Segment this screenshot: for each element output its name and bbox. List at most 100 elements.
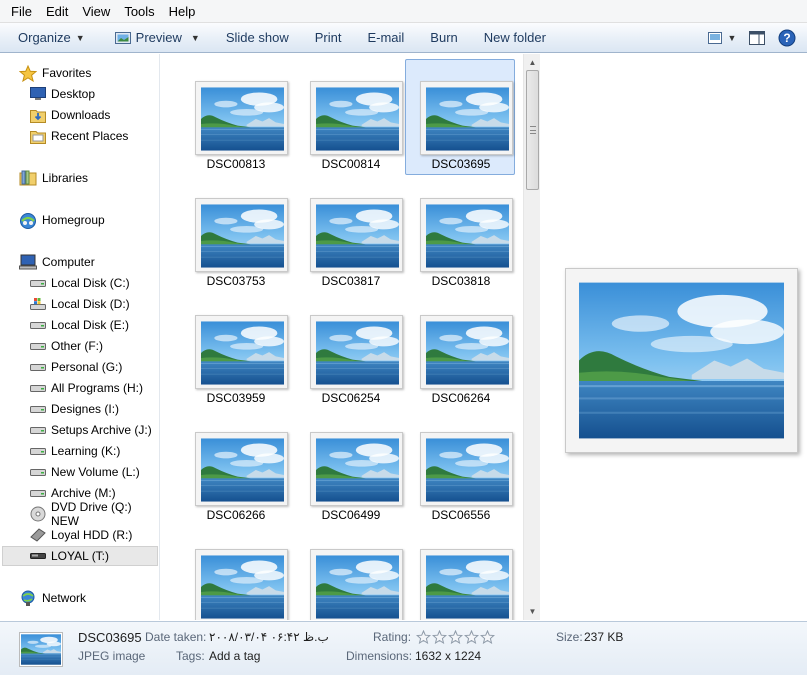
scroll-down-icon[interactable]: ▼: [524, 603, 541, 620]
landscape-image: [316, 321, 399, 385]
file-tile[interactable]: DSC06499: [295, 410, 405, 526]
file-tile[interactable]: DSC00813: [180, 59, 290, 175]
grip-icon: [530, 126, 536, 134]
nav-label: All Programs (H:): [51, 381, 144, 395]
nav-drive-item[interactable]: Designes (I:): [30, 399, 158, 419]
hard-disk-icon: [30, 385, 46, 392]
nav-recent-places[interactable]: Recent Places: [30, 126, 158, 146]
menu-view[interactable]: View: [75, 4, 117, 19]
preview-pane: [541, 54, 807, 620]
nav-drive-item[interactable]: Loyal HDD (R:): [30, 525, 158, 545]
view-icon: [707, 32, 722, 44]
nav-desktop[interactable]: Desktop: [30, 84, 158, 104]
nav-homegroup[interactable]: Homegroup: [19, 210, 159, 230]
preview-app-icon: [114, 31, 131, 45]
nav-drive-item[interactable]: New Volume (L:): [30, 462, 158, 482]
file-tile[interactable]: DSC00814: [295, 59, 405, 175]
file-tile[interactable]: DSC03959: [180, 293, 290, 409]
file-tile[interactable]: DSC06264: [405, 293, 515, 409]
dvd-drive-icon: [30, 506, 46, 522]
slideshow-button[interactable]: Slide show: [217, 26, 298, 50]
nav-drive-item[interactable]: Setups Archive (J:): [30, 420, 158, 440]
chevron-down-icon: ▼: [190, 32, 200, 43]
scroll-thumb[interactable]: [526, 70, 539, 190]
menu-file[interactable]: File: [4, 4, 39, 19]
hard-disk-icon: [30, 448, 46, 455]
hard-disk-icon: [30, 469, 46, 476]
email-button[interactable]: E-mail: [358, 26, 413, 50]
menu-help[interactable]: Help: [162, 4, 203, 19]
system-drive-icon: [30, 298, 46, 310]
preview-button[interactable]: Preview ▼: [106, 26, 209, 50]
nav-label: Archive (M:): [51, 486, 116, 500]
landscape-image: [21, 634, 61, 665]
nav-drive-item[interactable]: Local Disk (D:): [30, 294, 158, 314]
nav-computer[interactable]: Computer: [19, 252, 159, 272]
file-name: DSC06266: [206, 508, 266, 522]
thumbnail: [195, 198, 288, 272]
toolbar-right: ▼ ?: [705, 26, 799, 50]
nav-drive-item[interactable]: LOYAL (T:): [2, 546, 158, 566]
file-name: DSC00813: [206, 157, 266, 171]
menu-tools[interactable]: Tools: [117, 4, 161, 19]
nav-label: Loyal HDD (R:): [51, 528, 133, 542]
nav-drive-item[interactable]: All Programs (H:): [30, 378, 158, 398]
thumbnail: [420, 315, 513, 389]
file-tile[interactable]: DSC06556: [405, 410, 515, 526]
landscape-image: [426, 87, 509, 151]
nav-label: Learning (K:): [51, 444, 121, 458]
print-button[interactable]: Print: [306, 26, 351, 50]
nav-drive-item[interactable]: Learning (K:): [30, 441, 158, 461]
rating-stars[interactable]: [416, 630, 495, 644]
vertical-scrollbar[interactable]: ▲ ▼: [523, 54, 540, 620]
menu-edit[interactable]: Edit: [39, 4, 75, 19]
file-tile[interactable]: DSC06254: [295, 293, 405, 409]
nav-drive-item[interactable]: Other (F:): [30, 336, 158, 356]
star-icon[interactable]: [432, 630, 447, 644]
file-tile[interactable]: [295, 527, 405, 620]
preview-pane-button[interactable]: [745, 26, 769, 50]
date-taken-value[interactable]: ۲۰۰۸/۰۳/۰۴ ب.ظ ۰۶:۴۲: [209, 630, 329, 644]
tags-value[interactable]: Add a tag: [209, 649, 260, 663]
help-button[interactable]: ?: [775, 26, 799, 50]
nav-downloads[interactable]: Downloads: [30, 105, 158, 125]
file-tile[interactable]: [405, 527, 515, 620]
burn-button[interactable]: Burn: [421, 26, 466, 50]
file-name: DSC06264: [431, 391, 491, 405]
nav-libraries[interactable]: Libraries: [19, 168, 159, 188]
nav-drive-item[interactable]: Local Disk (E:): [30, 315, 158, 335]
file-tile[interactable]: DSC03817: [295, 176, 405, 292]
file-tile[interactable]: DSC06266: [180, 410, 290, 526]
new-folder-button[interactable]: New folder: [475, 26, 555, 50]
nav-drive-item[interactable]: Personal (G:): [30, 357, 158, 377]
nav-network[interactable]: Network: [19, 588, 159, 608]
nav-drive-item[interactable]: Local Disk (C:): [30, 273, 158, 293]
nav-drive-item[interactable]: DVD Drive (Q:) NEW: [30, 500, 158, 528]
organize-button[interactable]: Organize ▼: [9, 26, 94, 50]
nav-label: Desktop: [51, 87, 96, 101]
star-icon[interactable]: [464, 630, 479, 644]
hard-disk-icon: [30, 322, 46, 329]
file-tile[interactable]: DSC03753: [180, 176, 290, 292]
nav-label: Homegroup: [42, 213, 105, 227]
star-icon[interactable]: [448, 630, 463, 644]
file-tile[interactable]: DSC03695: [405, 59, 515, 175]
nav-label: Computer: [42, 255, 95, 269]
nav-favorites[interactable]: Favorites: [19, 63, 159, 83]
scroll-up-icon[interactable]: ▲: [524, 54, 541, 71]
nav-label: Recent Places: [51, 129, 129, 143]
tags-label: Tags:: [176, 649, 205, 663]
network-icon: [21, 590, 35, 606]
star-icon[interactable]: [416, 630, 431, 644]
change-view-button[interactable]: ▼: [705, 26, 739, 50]
star-icon[interactable]: [480, 630, 495, 644]
thumbnail: [420, 549, 513, 620]
homegroup-icon: [20, 212, 36, 229]
file-name: DSC06254: [321, 391, 381, 405]
nav-label: Other (F:): [51, 339, 104, 353]
file-name: DSC03817: [321, 274, 381, 288]
nav-label: Setups Archive (J:): [51, 423, 152, 437]
file-tile[interactable]: DSC03818: [405, 176, 515, 292]
file-tile[interactable]: [180, 527, 290, 620]
thumbnail: [310, 432, 403, 506]
